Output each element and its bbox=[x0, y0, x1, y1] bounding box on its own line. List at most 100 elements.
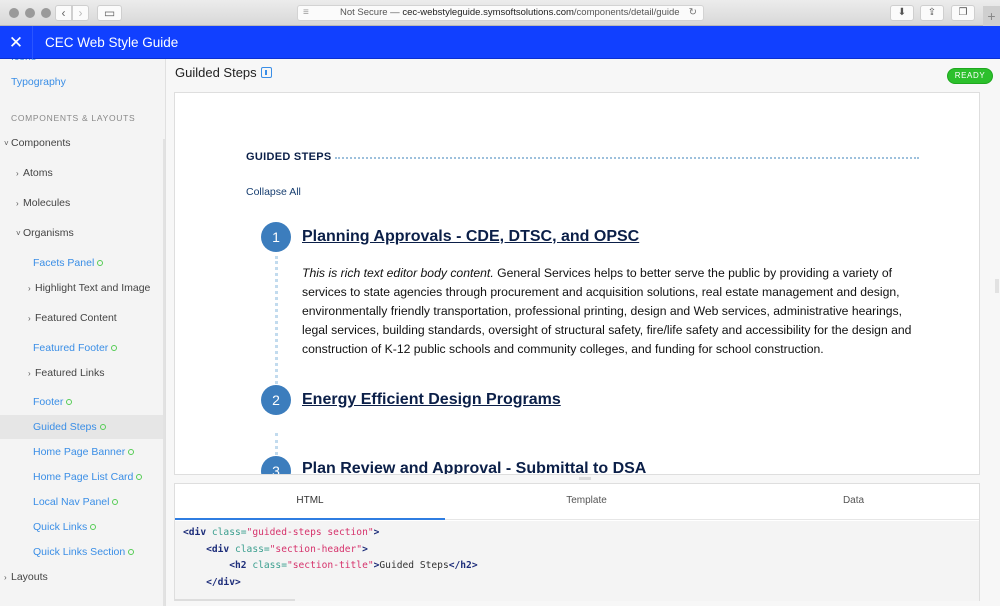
close-window-button[interactable] bbox=[9, 8, 19, 18]
sidebar-toggle-button[interactable]: ▭ bbox=[97, 5, 122, 21]
sidebar-item-components[interactable]: ˅ Components bbox=[0, 131, 165, 155]
sidebar-item-label: Local Nav Panel bbox=[33, 496, 110, 508]
open-external-icon[interactable] bbox=[260, 67, 272, 78]
preview-resize-handle[interactable] bbox=[995, 279, 999, 293]
status-ready-icon bbox=[128, 549, 135, 555]
chevron-right-icon: › bbox=[28, 369, 31, 378]
guided-steps-heading: GUIDED STEPS bbox=[246, 151, 332, 163]
chevron-right-icon: › bbox=[28, 284, 31, 293]
share-button[interactable]: ⇪ bbox=[920, 5, 944, 21]
forward-button[interactable]: › bbox=[72, 5, 89, 21]
reader-icon[interactable]: ≡ bbox=[303, 6, 309, 20]
code-scrollbar[interactable] bbox=[175, 599, 295, 601]
sidebar-item-molecules[interactable]: › Molecules bbox=[0, 191, 165, 215]
sidebar-item-quick-links[interactable]: Quick Links bbox=[0, 515, 165, 539]
download-icon: ⬇ bbox=[897, 7, 907, 18]
status-ready-icon bbox=[128, 449, 135, 455]
sidebar-item-featured-links[interactable]: › Featured Links bbox=[0, 361, 165, 385]
component-preview: GUIDED STEPS Collapse All 1 Planning App… bbox=[174, 92, 980, 475]
sidebar-item-label: Components bbox=[11, 137, 71, 149]
panel-resize-handle[interactable] bbox=[579, 477, 591, 480]
sidebar-section-label: COMPONENTS & LAYOUTS bbox=[11, 113, 136, 123]
code-panel: HTML Template Data <div class="guided-st… bbox=[174, 483, 980, 601]
sidebar-item-featured-content[interactable]: › Featured Content bbox=[0, 306, 165, 330]
chevron-right-icon: › bbox=[16, 199, 19, 208]
sidebar-item-label: Facets Panel bbox=[33, 257, 95, 269]
code-line: <div class="section-header"> bbox=[206, 543, 368, 555]
chevron-down-icon: ˅ bbox=[4, 139, 9, 148]
url-text: Not Secure — cec-webstyleguide.symsoftso… bbox=[340, 6, 680, 20]
sidebar-item-label: Featured Content bbox=[35, 312, 117, 324]
close-sidebar-button[interactable]: ✕ bbox=[0, 26, 33, 59]
chevron-right-icon: › bbox=[78, 6, 83, 20]
status-ready-icon bbox=[97, 260, 104, 266]
sidebar-item-label: Quick Links bbox=[33, 521, 88, 533]
step-title-link[interactable]: Energy Efficient Design Programs bbox=[302, 391, 561, 409]
step-number-badge: 1 bbox=[261, 222, 291, 252]
app-title: CEC Web Style Guide bbox=[45, 35, 179, 50]
new-tab-button[interactable]: + bbox=[983, 6, 1000, 26]
sidebar-item-label: Molecules bbox=[23, 197, 71, 209]
sidebar-item-home-page-banner[interactable]: Home Page Banner bbox=[0, 440, 165, 464]
tab-template[interactable]: Template bbox=[445, 484, 728, 520]
sidebar-item-label: Organisms bbox=[23, 227, 74, 239]
collapse-all-link[interactable]: Collapse All bbox=[246, 186, 301, 198]
step-title-link[interactable]: Planning Approvals - CDE, DTSC, and OPSC bbox=[302, 228, 639, 246]
minimize-window-button[interactable] bbox=[25, 8, 35, 18]
sidebar-item-local-nav-panel[interactable]: Local Nav Panel bbox=[0, 490, 165, 514]
sidebar-item-highlight-text-and-image[interactable]: › Highlight Text and Image bbox=[0, 276, 165, 300]
sidebar-item-label: Atoms bbox=[23, 167, 53, 179]
sidebar-item-home-page-list-card[interactable]: Home Page List Card bbox=[0, 465, 165, 489]
chevron-left-icon: ‹ bbox=[61, 6, 66, 20]
tabs-overview-button[interactable]: ❐ bbox=[951, 5, 975, 21]
code-block[interactable]: <div class="guided-steps section"> <div … bbox=[175, 521, 979, 601]
sidebar-item-label: Layouts bbox=[11, 571, 48, 583]
code-line: <div class="guided-steps section"> bbox=[183, 527, 380, 538]
sidebar-item-featured-footer[interactable]: Featured Footer bbox=[0, 336, 165, 360]
back-button[interactable]: ‹ bbox=[55, 5, 72, 21]
status-ready-icon bbox=[136, 474, 143, 480]
address-bar[interactable]: ≡ Not Secure — cec-webstyleguide.symsoft… bbox=[297, 5, 704, 21]
status-badge: READY bbox=[947, 68, 993, 84]
sidebar-item-label: Quick Links Section bbox=[33, 546, 126, 558]
chevron-right-icon: › bbox=[4, 573, 7, 582]
url-domain: cec-webstyleguide.symsoftsolutions.com bbox=[402, 7, 574, 18]
sidebar-item-label: Typography bbox=[11, 76, 66, 88]
sidebar-item-organisms[interactable]: ˅ Organisms bbox=[0, 221, 165, 245]
tab-data[interactable]: Data bbox=[728, 484, 979, 520]
step-title-link[interactable]: Plan Review and Approval - Submittal to … bbox=[302, 460, 646, 474]
sidebar-item-label: Footer bbox=[33, 396, 64, 408]
tab-html[interactable]: HTML bbox=[175, 484, 445, 520]
chevron-right-icon: › bbox=[16, 169, 19, 178]
app-header: ✕ CEC Web Style Guide bbox=[0, 26, 1000, 59]
main-content: Guilded Steps READY GUIDED STEPS Collaps… bbox=[166, 59, 1000, 606]
code-line: </div> bbox=[206, 576, 241, 588]
zoom-window-button[interactable] bbox=[41, 8, 51, 18]
status-ready-icon bbox=[99, 424, 106, 430]
step-body: This is rich text editor body content. G… bbox=[302, 264, 927, 359]
sidebar-item-facets-panel[interactable]: Facets Panel bbox=[0, 251, 165, 275]
reload-icon[interactable]: ↻ bbox=[689, 6, 697, 20]
status-ready-icon bbox=[111, 345, 118, 351]
sidebar-item-footer[interactable]: Footer bbox=[0, 390, 165, 414]
page-title: Guilded Steps bbox=[175, 65, 272, 80]
sidebar-item-label: Highlight Text and Image bbox=[35, 282, 151, 294]
sidebar-item-guided-steps[interactable]: Guided Steps bbox=[0, 415, 165, 439]
sidebar-item-layouts[interactable]: › Layouts bbox=[0, 565, 165, 589]
sidebar-icon: ▭ bbox=[103, 6, 116, 20]
url-prefix: Not Secure — bbox=[340, 7, 403, 18]
sidebar-item-label: Home Page List Card bbox=[33, 471, 134, 483]
downloads-button[interactable]: ⬇ bbox=[890, 5, 914, 21]
chevron-down-icon: ˅ bbox=[16, 229, 21, 238]
tabs-icon: ❐ bbox=[958, 7, 968, 18]
sidebar-item-atoms[interactable]: › Atoms bbox=[0, 161, 165, 185]
sidebar-nav: Icons Typography COMPONENTS & LAYOUTS ˅C… bbox=[0, 59, 166, 606]
status-ready-icon bbox=[66, 399, 73, 405]
sidebar-item-icons[interactable]: Icons bbox=[0, 59, 165, 69]
code-tabs: HTML Template Data bbox=[175, 484, 979, 520]
sidebar-item-quick-links-section[interactable]: Quick Links Section bbox=[0, 540, 165, 564]
sidebar-item-typography[interactable]: Typography bbox=[0, 70, 165, 94]
plus-icon: + bbox=[987, 8, 996, 24]
sidebar-item-label: Icons bbox=[11, 59, 36, 63]
browser-toolbar: ‹ › ▭ ≡ Not Secure — cec-webstyleguide.s… bbox=[0, 0, 1000, 26]
